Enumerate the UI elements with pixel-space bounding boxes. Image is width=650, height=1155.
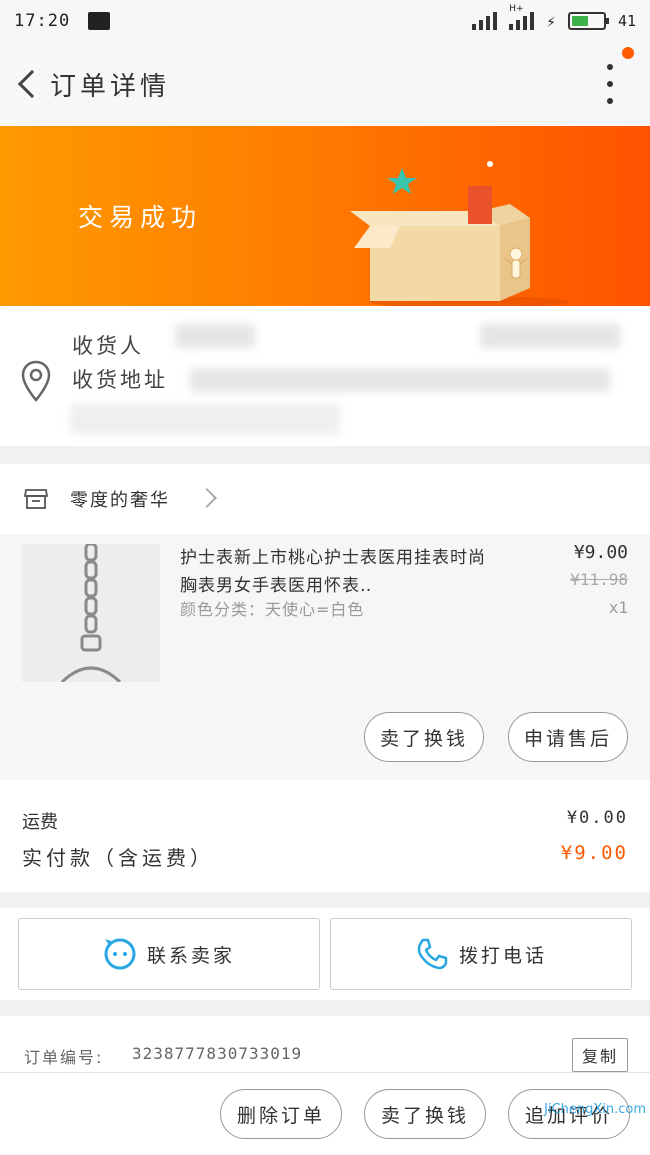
- battery-level: 41: [617, 12, 636, 30]
- product-price: ¥9.00: [573, 542, 628, 563]
- call-phone-button[interactable]: 拨打电话: [330, 918, 632, 990]
- order-detail-page: 17:20 H+ ⚡ 41 订单详情 交易成功 收货人 收货地址 零度的奢华 护…: [0, 0, 650, 1155]
- status-right: H+ ⚡ 41: [472, 4, 636, 31]
- order-status-text: 交易成功: [78, 203, 203, 232]
- product-row[interactable]: 护士表新上市桃心护士表医用挂表时尚胸表男女手表医用怀表‥ 颜色分类：天使心=白色…: [0, 534, 650, 782]
- status-bar: 17:20 H+ ⚡ 41: [0, 0, 650, 42]
- shipping-fee-value: ¥0.00: [566, 808, 628, 828]
- signal-icon: [472, 12, 498, 30]
- product-sku: 颜色分类：天使心=白色: [180, 600, 365, 619]
- redacted-phone: [480, 324, 620, 348]
- back-button[interactable]: [0, 42, 50, 126]
- nav-bar: 订单详情: [0, 42, 650, 126]
- redacted-recipient: [175, 324, 255, 348]
- mobile-data-icon: H+: [509, 4, 535, 30]
- address-label: 收货地址: [72, 368, 168, 392]
- store-icon: [24, 489, 48, 509]
- network-type: H+: [509, 4, 524, 14]
- status-banner: 交易成功: [0, 126, 650, 306]
- product-original-price: ¥11.98: [570, 570, 628, 589]
- total-paid-label: 实付款（含运费）: [22, 846, 214, 870]
- chevron-left-icon: [17, 69, 47, 99]
- contact-seller-label: 联系卖家: [146, 944, 235, 967]
- contact-seller-button[interactable]: 联系卖家: [18, 918, 320, 990]
- resell-bottom-button[interactable]: 卖了换钱: [364, 1089, 486, 1139]
- copy-button[interactable]: 复制: [572, 1038, 628, 1072]
- call-phone-label: 拨打电话: [458, 944, 547, 967]
- store-name: 零度的奢华: [70, 490, 170, 511]
- store-row[interactable]: 零度的奢华: [0, 464, 650, 534]
- after-sale-button[interactable]: 申请售后: [508, 712, 628, 762]
- resell-button[interactable]: 卖了换钱: [364, 712, 484, 762]
- redacted-address: [190, 368, 610, 392]
- product-thumbnail: [22, 544, 160, 682]
- delete-order-button[interactable]: 删除订单: [220, 1089, 342, 1139]
- notification-icon: [88, 12, 111, 30]
- product-quantity: x1: [608, 598, 628, 617]
- shipping-fee-label: 运费: [22, 812, 58, 833]
- chat-bubble-icon: [104, 938, 136, 970]
- location-pin-icon: [21, 360, 51, 402]
- more-menu-button[interactable]: [600, 64, 620, 104]
- order-number-label: 订单编号:: [24, 1048, 104, 1067]
- order-number-value: 3238777830733019: [132, 1044, 303, 1063]
- charging-icon: ⚡: [546, 11, 556, 31]
- redacted-address-line2: [70, 404, 340, 434]
- total-paid-value: ¥9.00: [560, 842, 628, 864]
- shipping-address-section[interactable]: 收货人 收货地址: [0, 306, 650, 446]
- contact-section: 联系卖家 拨打电话: [0, 908, 650, 1000]
- payment-summary: 运费 ¥0.00 实付款（含运费） ¥9.00: [0, 780, 650, 892]
- notification-badge: [622, 47, 634, 59]
- recipient-label: 收货人: [72, 334, 144, 358]
- chevron-right-icon: [197, 488, 217, 508]
- page-title: 订单详情: [50, 71, 171, 102]
- gift-box-illustration: [350, 161, 570, 306]
- watermark: JiChengXin.com: [544, 1102, 646, 1117]
- status-time: 17:20: [14, 11, 71, 31]
- product-title: 护士表新上市桃心护士表医用挂表时尚胸表男女手表医用怀表‥: [180, 548, 486, 596]
- order-item-card: 零度的奢华 护士表新上市桃心护士表医用挂表时尚胸表男女手表医用怀表‥ 颜色分类：…: [0, 464, 650, 782]
- battery-icon: [567, 12, 609, 30]
- phone-icon: [417, 938, 448, 970]
